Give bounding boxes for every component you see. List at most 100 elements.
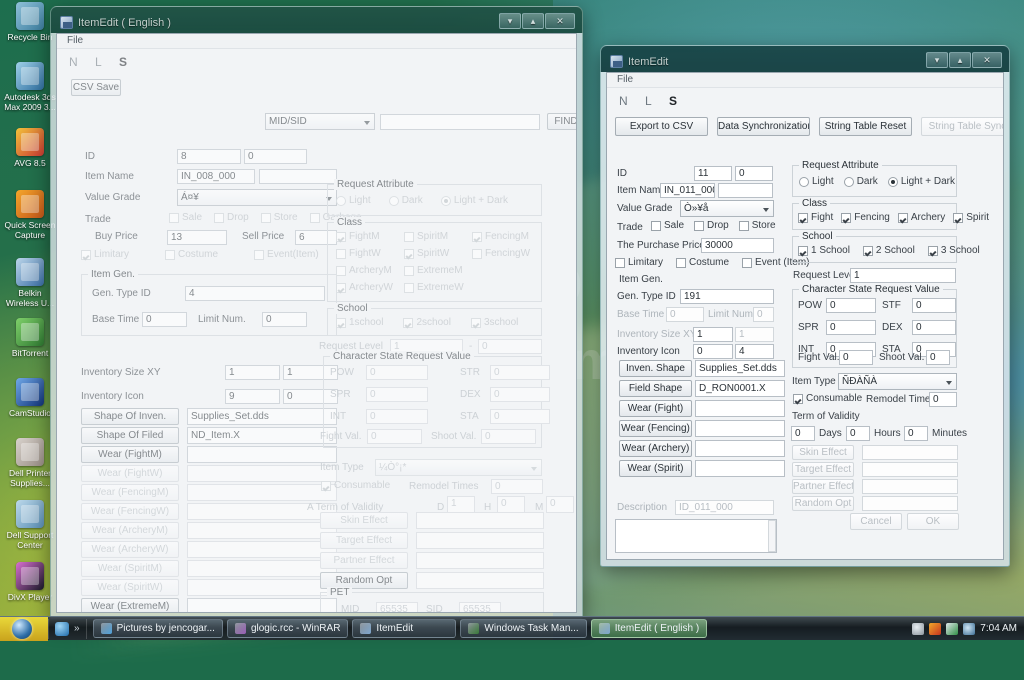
- shape-value-field[interactable]: [187, 560, 337, 577]
- radio-light-dark[interactable]: Light + Dark: [887, 176, 955, 187]
- effect-value-field[interactable]: [416, 532, 544, 549]
- shape-button-shape-of-filed[interactable]: Shape Of Filed: [81, 427, 179, 444]
- base-time-field[interactable]: 0: [142, 312, 187, 327]
- radio-light[interactable]: Light: [336, 195, 371, 206]
- checkbox-event-item-[interactable]: Event(Item): [254, 249, 319, 260]
- shape-value-field[interactable]: D_RON0001.X: [695, 380, 785, 397]
- taskbar-item-windows-task-man[interactable]: Windows Task Man...: [460, 619, 587, 638]
- shape-value-field[interactable]: [187, 579, 337, 596]
- value-grade-select[interactable]: Á¤¥: [177, 189, 337, 206]
- effect-value-field[interactable]: [416, 552, 544, 569]
- item-name-field[interactable]: IN_011_000: [660, 183, 715, 198]
- request-level-field-2[interactable]: 0: [478, 339, 542, 354]
- window-itemedit[interactable]: ItemEdit ▾ ▴ ✕ File N L S Export to CSV D…: [600, 45, 1010, 567]
- taskbar-item-itemedit[interactable]: ItemEdit: [352, 619, 457, 638]
- shape-button-wear-fight-[interactable]: Wear (Fight): [619, 400, 692, 417]
- stat-field-stf[interactable]: 0: [912, 298, 956, 313]
- remodel-times-field[interactable]: 0: [491, 479, 543, 494]
- class-checkbox-grid[interactable]: FightM SpiritM FencingM FightW SpiritW Fencin…: [336, 231, 534, 293]
- minimize-button[interactable]: ▾: [926, 52, 948, 68]
- effect-button-skin-effect[interactable]: Skin Effect: [320, 512, 408, 529]
- effect-value-field[interactable]: [416, 512, 544, 529]
- inventory-icon-field-1[interactable]: 0: [693, 344, 733, 359]
- checkbox-archery[interactable]: Archery: [897, 212, 945, 223]
- inventory-size-x-field[interactable]: 1: [225, 365, 280, 380]
- buy-price-field[interactable]: 13: [167, 230, 227, 245]
- taskbar[interactable]: » Pictures by jencogar... glogic.rcc - Wi…: [0, 616, 1024, 641]
- shape-button-wear-fencingm-[interactable]: Wear (FencingM): [81, 484, 179, 501]
- effect-value-field[interactable]: [862, 479, 958, 494]
- effect-button-skin-effect[interactable]: Skin Effect: [792, 445, 854, 460]
- inventory-size-y-field[interactable]: 1: [735, 327, 774, 342]
- back-button[interactable]: Back: [619, 559, 675, 560]
- stat-field-str[interactable]: 0: [490, 365, 550, 380]
- checkbox-limitary[interactable]: Limitary: [81, 249, 129, 260]
- right-window-titlebar[interactable]: ItemEdit ▾ ▴ ✕: [606, 51, 1004, 72]
- checkbox-2school[interactable]: 2school: [403, 317, 451, 328]
- toolbar-button-string-table-sync[interactable]: String Table Sync: [921, 117, 1003, 136]
- checkbox-3-school[interactable]: 3 School: [927, 245, 980, 256]
- consumable-checkbox[interactable]: Consumable: [321, 480, 390, 491]
- shape-button-wear-archerym-[interactable]: Wear (ArcheryM): [81, 522, 179, 539]
- item-name-field-2[interactable]: [259, 169, 337, 184]
- shape-value-field[interactable]: ND_Item.X: [187, 427, 337, 444]
- base-time-field[interactable]: 0: [666, 307, 704, 322]
- term-days-field[interactable]: 0: [791, 426, 815, 441]
- avg-tray-icon[interactable]: [929, 622, 942, 635]
- stat-field-spr[interactable]: 0: [366, 387, 428, 402]
- request-attribute-options[interactable]: Light Dark Light + Dark: [799, 176, 955, 187]
- taskbar-item-glogic-rcc-winrar[interactable]: glogic.rcc - WinRAR: [226, 619, 349, 638]
- checkbox-sale[interactable]: Sale: [651, 220, 684, 231]
- left-menubar[interactable]: File: [57, 34, 576, 49]
- id-field-1[interactable]: 11: [694, 166, 732, 181]
- checkbox-fightw[interactable]: FightW: [336, 248, 404, 259]
- shape-value-field[interactable]: [187, 484, 337, 501]
- clock[interactable]: 7:04 AM: [980, 623, 1017, 634]
- right-toolbar[interactable]: Export to CSV Data Synchronization String …: [615, 117, 1003, 136]
- shape-value-field[interactable]: [695, 420, 785, 437]
- school-checkbox-group[interactable]: 1school 2school 3school: [336, 317, 518, 328]
- gen-type-id-field[interactable]: 191: [680, 289, 774, 304]
- checkbox-limitary[interactable]: Limitary: [615, 257, 663, 268]
- search-input[interactable]: [380, 114, 540, 130]
- limit-num-field[interactable]: 0: [262, 312, 307, 327]
- shape-button-inven-shape[interactable]: Inven. Shape: [619, 360, 692, 377]
- checkbox-1school[interactable]: 1school: [336, 317, 383, 328]
- right-window-buttons[interactable]: ▾ ▴ ✕: [926, 52, 1002, 68]
- shape-value-field[interactable]: [187, 522, 337, 539]
- gen-type-id-field[interactable]: 4: [185, 286, 325, 301]
- inventory-size-x-field[interactable]: 1: [693, 327, 733, 342]
- shape-value-field[interactable]: [695, 460, 785, 477]
- checkbox-archeryw[interactable]: ArcheryW: [336, 282, 404, 293]
- shape-value-field[interactable]: [187, 465, 337, 482]
- radio-dark[interactable]: Dark: [388, 195, 423, 206]
- chevron-right-icon[interactable]: »: [74, 623, 80, 634]
- volume-icon[interactable]: [963, 622, 976, 635]
- shape-button-wear-spiritw-[interactable]: Wear (SpiritW): [81, 579, 179, 596]
- stat-field-dex[interactable]: 0: [490, 387, 550, 402]
- effect-value-field[interactable]: [862, 445, 958, 460]
- checkbox-3school[interactable]: 3school: [470, 317, 518, 328]
- notes-scrollbar[interactable]: [768, 520, 776, 552]
- checkbox-1-school[interactable]: 1 School: [798, 245, 850, 256]
- close-button[interactable]: ✕: [545, 13, 575, 29]
- checkbox-fencingw[interactable]: FencingW: [472, 248, 540, 259]
- shape-button-wear-spirit-[interactable]: Wear (Spirit): [619, 460, 692, 477]
- term-hours-field[interactable]: 0: [846, 426, 870, 441]
- internet-explorer-icon[interactable]: [55, 621, 69, 636]
- radio-light[interactable]: Light: [799, 176, 834, 187]
- item-name-field-2[interactable]: [718, 183, 773, 198]
- radio-dark[interactable]: Dark: [843, 176, 878, 187]
- fight-val-field[interactable]: 0: [839, 350, 873, 365]
- value-grade-select[interactable]: Ò»¥å: [680, 200, 774, 217]
- item-type-select[interactable]: ¼Ò°¡*: [375, 459, 542, 476]
- consumable-checkbox[interactable]: Consumable: [793, 393, 862, 404]
- shape-value-field[interactable]: [695, 400, 785, 417]
- stat-field-sta[interactable]: 0: [490, 409, 550, 424]
- shape-value-field[interactable]: Supplies_Set.dds: [187, 408, 337, 425]
- term-h-field[interactable]: 0: [497, 496, 525, 513]
- toolbar-button-data-synchronization[interactable]: Data Synchronization: [717, 117, 810, 136]
- school-checkbox-group[interactable]: 1 School 2 School 3 School: [798, 245, 980, 256]
- shape-value-field[interactable]: [187, 598, 337, 612]
- shoot-val-field[interactable]: 0: [481, 429, 536, 444]
